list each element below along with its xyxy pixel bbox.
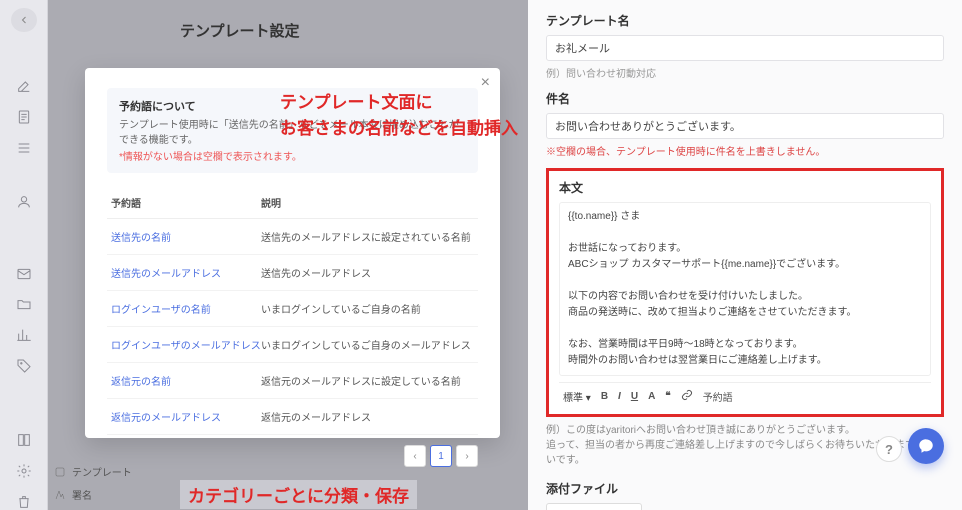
body-section: 本文 {{to.name}} さま お世話になっております。 ABCショップ カ… (546, 168, 944, 417)
list-icon[interactable] (14, 139, 34, 156)
reserved-word-name: 返信元の名前 (111, 373, 261, 388)
reserved-word-desc: 送信先のメールアドレスに設定されている名前 (261, 229, 474, 244)
reserved-word-desc: 返信元のメールアドレス (261, 409, 474, 424)
sidebar-item-signature[interactable]: 署名 (0, 483, 160, 506)
annotation-autoinsert: テンプレート文面に お客さまの名前などを自動挿入 (280, 90, 518, 141)
page-title: テンプレート設定 (180, 20, 300, 41)
body-textarea[interactable]: {{to.name}} さま お世話になっております。 ABCショップ カスタマ… (559, 202, 931, 376)
upload-button[interactable]: アップロード (546, 503, 642, 510)
back-button[interactable] (11, 8, 37, 32)
chat-fab[interactable] (908, 428, 944, 464)
reserved-word-desc: 送信先のメールアドレス (261, 265, 474, 280)
attachment-label: 添付ファイル (546, 480, 944, 497)
italic-button[interactable]: I (618, 391, 621, 402)
reserved-word-desc: いまログインしているご自身のメールアドレス (261, 337, 474, 352)
table-row[interactable]: ログインユーザの名前いまログインしているご自身の名前 (107, 291, 478, 327)
reserved-word-name: ログインユーザの名前 (111, 301, 261, 316)
template-form: テンプレート名 例）問い合わせ初動対応 件名 ※空欄の場合、テンプレート使用時に… (528, 0, 962, 510)
tag-icon[interactable] (14, 358, 34, 375)
reserved-word-name: 返信元のメールアドレス (111, 409, 261, 424)
table-row[interactable]: 返信元のメールアドレス返信元のメールアドレス (107, 399, 478, 435)
text-color-button[interactable]: A (648, 391, 655, 402)
info-note: *情報がない場合は空欄で表示されます。 (119, 148, 466, 163)
book-icon[interactable] (14, 431, 34, 448)
page-current[interactable]: 1 (430, 445, 452, 467)
bold-button[interactable]: B (601, 391, 608, 402)
page-prev[interactable]: ‹ (404, 445, 426, 467)
underline-button[interactable]: U (631, 391, 638, 402)
link-button[interactable] (681, 389, 693, 404)
subject-input[interactable] (546, 113, 944, 139)
table-row[interactable]: ログインユーザのメールアドレスいまログインしているご自身のメールアドレス (107, 327, 478, 363)
reserved-word-name: 送信先の名前 (111, 229, 261, 244)
reserved-word-desc: いまログインしているご自身の名前 (261, 301, 474, 316)
help-button[interactable]: ? (876, 436, 902, 462)
edit-icon[interactable] (14, 77, 34, 94)
editor-toolbar: 標準 ▾ B I U A ❝ 予約語 (559, 382, 931, 410)
folder-icon[interactable] (14, 296, 34, 313)
user-icon[interactable] (14, 194, 34, 211)
chart-icon[interactable] (14, 327, 34, 344)
reserved-word-name: ログインユーザのメールアドレス (111, 337, 261, 352)
annotation-category: カテゴリーごとに分類・保存 (180, 480, 417, 509)
reserved-word-name: 送信先のメールアドレス (111, 265, 261, 280)
page-next[interactable]: › (456, 445, 478, 467)
reserved-word-button[interactable]: 予約語 (703, 389, 733, 404)
style-select[interactable]: 標準 ▾ (563, 389, 591, 404)
table-header: 予約語 説明 (107, 187, 478, 219)
subject-label: 件名 (546, 90, 944, 107)
reserved-word-desc: 返信元のメールアドレスに設定している名前 (261, 373, 474, 388)
pagination: ‹ 1 › (107, 445, 478, 467)
body-label: 本文 (559, 179, 931, 196)
th-reserved: 予約語 (111, 195, 261, 210)
template-name-label: テンプレート名 (546, 12, 944, 29)
quote-button[interactable]: ❝ (665, 391, 670, 402)
table-row[interactable]: 返信元の名前返信元のメールアドレスに設定している名前 (107, 363, 478, 399)
document-icon[interactable] (14, 108, 34, 125)
table-row[interactable]: 送信先の名前送信先のメールアドレスに設定されている名前 (107, 219, 478, 255)
table-row[interactable]: 送信先のメールアドレス送信先のメールアドレス (107, 255, 478, 291)
template-name-input[interactable] (546, 35, 944, 61)
mail-icon[interactable] (14, 265, 34, 282)
template-name-hint: 例）問い合わせ初動対応 (546, 65, 944, 80)
subject-note: ※空欄の場合、テンプレート使用時に件名を上書きしません。 (546, 143, 944, 158)
th-description: 説明 (261, 195, 474, 210)
sidebar (0, 0, 48, 510)
